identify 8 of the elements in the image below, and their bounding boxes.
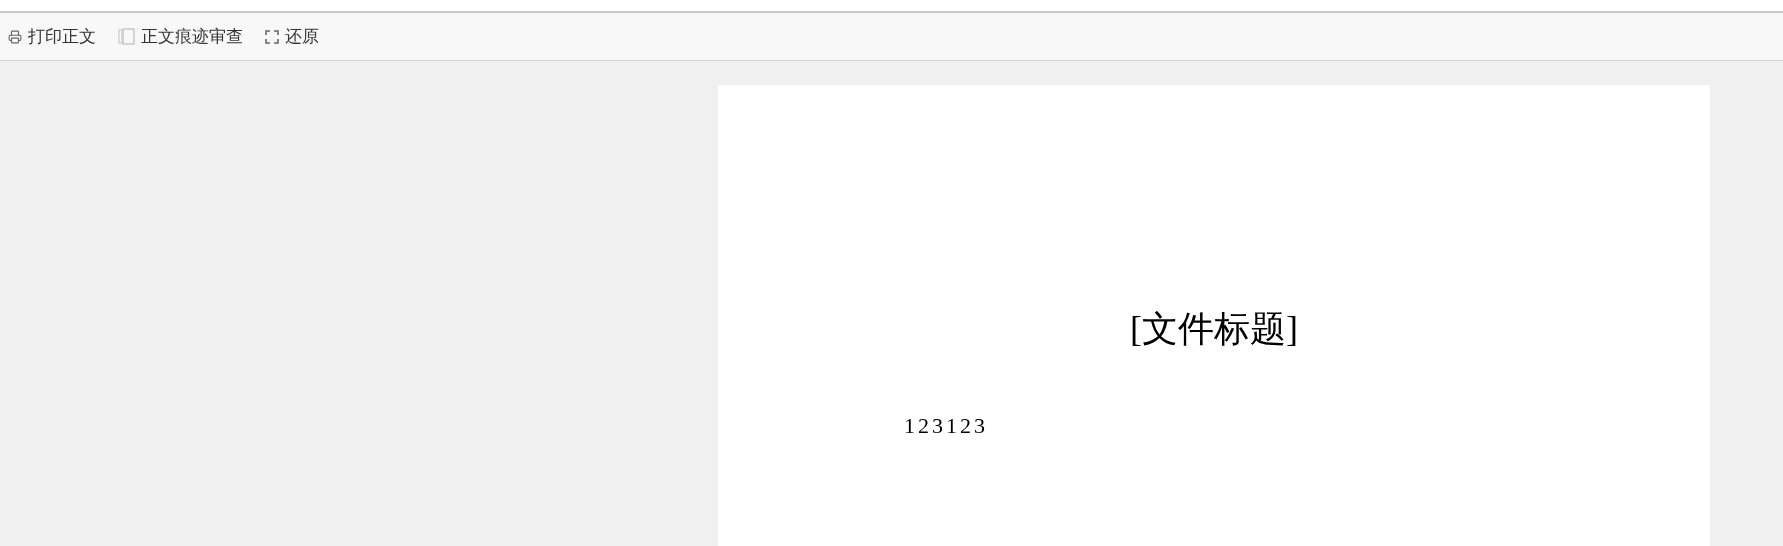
toolbar-button[interactable]: 还原 [265,23,319,50]
expand-icon [265,29,279,44]
toolbar-button[interactable]: 打印正文 [8,23,96,50]
document-title: [文件标题] [1130,308,1298,351]
printer-icon [8,29,22,44]
document-body: 123123 [904,412,989,440]
toolbar-button[interactable]: 正文痕迹审查 [118,23,243,50]
pages-icon [118,28,135,45]
